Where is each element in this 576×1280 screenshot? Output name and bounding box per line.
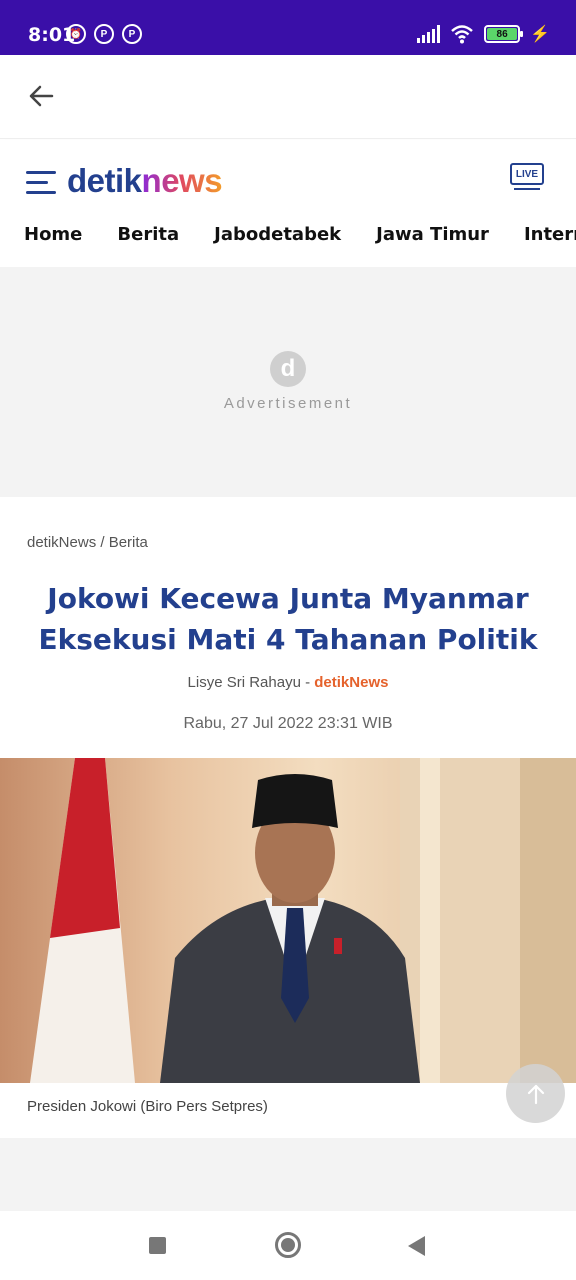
recents-button[interactable] [149,1237,166,1254]
author-name: Lisye Sri Rahayu [187,674,301,691]
advertisement-slot[interactable]: d Advertisement [0,267,576,497]
home-button[interactable] [275,1232,301,1258]
alarm-icon: ⏰ [66,24,86,44]
app-notification-icon: P [94,24,114,44]
site-header: detiknews LIVE Home Berita Jabodetabek J… [0,140,576,267]
live-tv-icon[interactable]: LIVE [510,163,544,193]
status-icons-left: ⏰ P P [66,24,142,44]
content-divider [0,1138,576,1211]
nav-jabodetabek[interactable]: Jabodetabek [214,224,341,258]
app-notification-icon-2: P [122,24,142,44]
status-bar: 8:01 ⏰ P P 86 ⚡ [0,0,576,55]
nav-home[interactable]: Home [24,224,82,258]
article-byline: Lisye Sri Rahayu - detikNews [0,674,576,691]
photo-illustration [30,758,576,1083]
nav-internasional[interactable]: Internasi [524,224,576,258]
back-button[interactable] [408,1236,425,1256]
byline-separator: - [300,674,315,691]
logo-text-news: news [141,162,223,199]
battery-icon: 86 [484,25,524,43]
detiknews-logo[interactable]: detiknews [67,162,223,200]
back-arrow-icon[interactable] [26,81,56,111]
source-link[interactable]: detikNews [314,674,388,691]
logo-text-detik: detik [67,162,142,199]
article-photo[interactable] [0,758,576,1083]
breadcrumb[interactable]: detikNews / Berita [27,534,148,551]
menu-icon[interactable] [26,171,56,195]
top-app-bar [0,55,576,139]
live-label: LIVE [510,163,544,185]
nav-jawa-timur[interactable]: Jawa Timur [376,224,489,258]
signal-icon [417,25,441,43]
scroll-to-top-button[interactable] [506,1064,565,1123]
wifi-icon [451,25,473,44]
charging-icon: ⚡ [530,26,550,43]
battery-level: 86 [487,28,518,40]
caption-area: Presiden Jokowi (Biro Pers Setpres) [0,1083,576,1138]
ad-logo-icon: d [270,351,306,387]
category-nav: Home Berita Jabodetabek Jawa Timur Inter… [0,224,576,258]
publish-date: Rabu, 27 Jul 2022 23:31 WIB [183,715,393,732]
photo-caption: Presiden Jokowi (Biro Pers Setpres) [27,1098,268,1115]
article-title: Jokowi Kecewa Junta Myanmar Eksekusi Mat… [38,582,538,656]
arrow-up-icon [527,1084,544,1104]
ad-label: Advertisement [223,395,353,412]
system-navigation-bar [0,1211,576,1280]
status-icons-right: 86 ⚡ [417,24,550,44]
nav-berita[interactable]: Berita [117,224,179,258]
